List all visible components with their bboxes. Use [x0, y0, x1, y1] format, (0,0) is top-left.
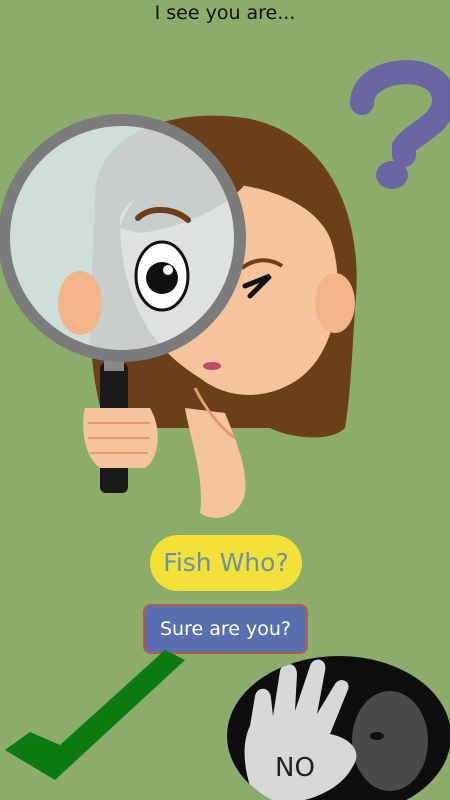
- no-hand-photo[interactable]: NO: [225, 656, 450, 800]
- fish-who-button[interactable]: Fish Who?: [150, 535, 302, 591]
- girl-with-magnifying-glass-image: [0, 114, 357, 518]
- check-mark-icon[interactable]: [0, 650, 200, 800]
- page-title: I see you are...: [154, 2, 296, 24]
- sure-are-you-button[interactable]: Sure are you?: [143, 604, 308, 654]
- no-text: NO: [275, 753, 315, 783]
